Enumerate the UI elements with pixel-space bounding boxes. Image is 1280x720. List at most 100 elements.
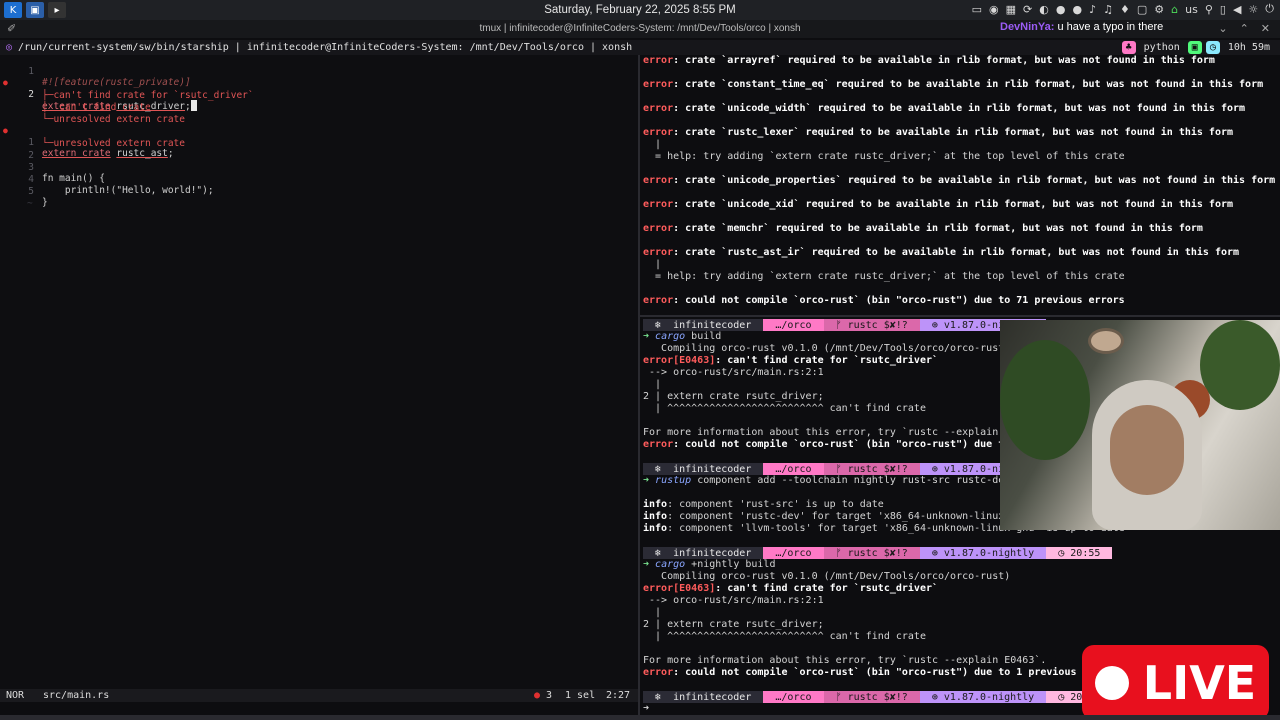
wifi-icon[interactable]: ⌂: [1171, 3, 1178, 16]
selection-count: 1 sel: [565, 690, 596, 701]
prompt-bar: ❄ infinitecoder …/orco ᚠ rustc $✘!? ⊕ v1…: [643, 319, 1047, 331]
editor-line: 5 }: [0, 175, 638, 208]
minimize-icon[interactable]: ⌄: [1218, 22, 1227, 35]
editor-line: ~: [0, 187, 638, 209]
bell-icon[interactable]: ♪: [1089, 3, 1096, 16]
bottom-border: [0, 715, 1280, 720]
editor-filename: src/main.rs: [43, 690, 110, 701]
code-editor[interactable]: 1 #![feature(rustc_private)] ● 2 extern …: [0, 55, 638, 689]
python-label: python: [1143, 42, 1180, 53]
terminal-line: = help: try adding `extern crate rustc_d…: [643, 271, 1125, 282]
usb-icon[interactable]: ⚲: [1205, 3, 1213, 16]
terminal-line: | ^^^^^^^^^^^^^^^^^^^^^^^^^^ can't find …: [643, 631, 926, 642]
terminal-line: Compiling orco-rust v0.1.0 (/mnt/Dev/Too…: [643, 571, 1011, 582]
terminal-line: = help: try adding `extern crate rustc_d…: [643, 151, 1125, 162]
microphone-icon[interactable]: ♦: [1120, 3, 1130, 16]
terminal-line: error: crate `constant_time_eq` required…: [643, 79, 1264, 90]
maximize-icon[interactable]: ⌃: [1240, 22, 1249, 35]
terminal-line: error[E0463]: can't find crate for `rsut…: [643, 583, 939, 594]
prompt-dir: …/orco: [763, 463, 824, 475]
editor-line: 1 #![feature(rustc_private)]: [0, 55, 638, 88]
prompt-dir: …/orco: [763, 691, 824, 703]
terminal-line: error: crate `rustc_ast_ir` required to …: [643, 247, 1240, 258]
terminal-line: 2 | extern crate rsutc_driver;: [643, 619, 824, 630]
terminal-line: error: could not compile `orco-rust` (bi…: [643, 295, 1125, 306]
diagnostic-line: └─unresolved extern crate: [0, 127, 638, 149]
terminal-line: error: crate `unicode_width` required to…: [643, 103, 1246, 114]
monitor-icon[interactable]: ▢: [1137, 3, 1147, 16]
prompt-version: ⊕ v1.87.0-nightly: [919, 547, 1047, 559]
terminal-line: | ^^^^^^^^^^^^^^^^^^^^^^^^^^ can't find …: [643, 403, 926, 414]
editor-line: 3 fn main() {: [0, 151, 638, 184]
volume-icon[interactable]: ♫: [1103, 3, 1113, 16]
plant-shape: [1200, 320, 1280, 410]
cursor-position: 2:27: [606, 690, 631, 701]
terminal-line: |: [643, 259, 662, 270]
terminal-line: --> orco-rust/src/main.rs:2:1: [643, 595, 824, 606]
face-shape: [1110, 405, 1184, 495]
brightness-icon[interactable]: ☼: [1248, 3, 1258, 16]
close-icon[interactable]: ✕: [1261, 22, 1270, 35]
terminal-line: |: [643, 139, 662, 150]
record-icon[interactable]: ●: [1056, 3, 1066, 16]
top-panel: K ▣ ▸ Saturday, February 22, 2025 8:55 P…: [0, 0, 1280, 20]
file-manager-icon[interactable]: ▣: [26, 2, 44, 18]
diagnostic-line: ├─can't find crate for `rsutc_driver`: [0, 79, 638, 101]
prompt-dot-icon: ◎: [6, 42, 19, 53]
terminal-icon[interactable]: ▸: [48, 2, 66, 18]
battery-icon[interactable]: ▯: [1220, 3, 1226, 16]
terminal-line: info: component 'rust-src' is up to date: [643, 499, 884, 510]
terminal-line: |: [643, 379, 662, 390]
prompt-user: ❄ infinitecoder: [643, 463, 764, 475]
prompt-bar: ❄ infinitecoder …/orco ᚠ rustc $✘!? ⊕ v1…: [643, 463, 1047, 475]
chat-message: DevNinYa: u have a typo in there: [997, 21, 1167, 33]
obs-icon[interactable]: ●: [1072, 3, 1082, 16]
prompt-user: ❄ infinitecoder: [643, 547, 764, 559]
vpn-icon[interactable]: ◐: [1039, 3, 1049, 16]
prompt-bar: ❄ infinitecoder …/orco ᚠ rustc $✘!? ⊕ v1…: [643, 547, 1113, 559]
chat-text: u have a typo in there: [1054, 21, 1164, 33]
terminal-command: ➜ cargo +nightly build: [643, 559, 776, 570]
sync-icon[interactable]: ⟳: [1023, 3, 1032, 16]
power-icon[interactable]: ⏻: [1265, 2, 1274, 16]
gamepad-icon[interactable]: ▦: [1006, 3, 1016, 16]
terminal-line: error: crate `memchr` required to be ava…: [643, 223, 1203, 234]
webcam-overlay: [1000, 320, 1280, 530]
terminal-line: --> orco-rust/src/main.rs:2:1: [643, 367, 824, 378]
terminal-pane-divider[interactable]: [640, 315, 1280, 317]
window-icon[interactable]: ▭: [972, 3, 982, 16]
prompt-user: ❄ infinitecoder: [643, 319, 764, 331]
terminal-line: For more information about this error, t…: [643, 427, 1047, 438]
live-badge: LIVE: [1082, 645, 1269, 720]
prompt-version: ⊕ v1.87.0-nightly: [919, 691, 1047, 703]
editor-line: 2: [0, 139, 638, 161]
settings-icon[interactable]: ⚙: [1154, 3, 1164, 16]
lamp-shape: [1088, 328, 1124, 354]
terminal-line: 2 | extern crate rsutc_driver;: [643, 391, 824, 402]
terminal-line: error: crate `unicode_properties` requir…: [643, 175, 1276, 186]
prompt-git: ᚠ rustc $✘!?: [823, 691, 920, 703]
python-icon: ♣: [1121, 41, 1136, 54]
kde-menu-icon[interactable]: K: [4, 2, 22, 18]
stream-icon[interactable]: ◉: [989, 3, 999, 16]
clock-icon: ◷: [1205, 41, 1220, 54]
live-label: LIVE: [1142, 655, 1257, 710]
terminal-line: error: crate `arrayref` required to be a…: [643, 55, 1215, 66]
terminal-line: error: crate `rustc_lexer` required to b…: [643, 127, 1234, 138]
speaker-icon[interactable]: ◀: [1233, 3, 1241, 16]
prompt-user: ❄ infinitecoder: [643, 691, 764, 703]
terminal-line: error: crate `unicode_xid` required to b…: [643, 199, 1234, 210]
chat-user: DevNinYa:: [1000, 21, 1055, 33]
session-duration: 10h 59m: [1227, 42, 1270, 53]
terminal-cursor-line[interactable]: ➜: [643, 703, 649, 714]
prompt-git: ᚠ rustc $✘!?: [823, 319, 920, 331]
live-dot-icon: [1094, 665, 1129, 700]
keyboard-layout[interactable]: us: [1185, 3, 1198, 16]
diagnostic-line: └─unresolved extern crate: [0, 103, 638, 125]
system-tray: ▭ ◉ ▦ ⟳ ◐ ● ● ♪ ♫ ♦ ▢ ⚙ ⌂ us ⚲ ▯ ◀ ☼ ⏻: [972, 2, 1274, 16]
terminal-line: error[E0463]: can't find crate for `rsut…: [643, 355, 939, 366]
diagnostic-line: │ can't find crate: [0, 91, 638, 113]
error-count-icon: ●: [534, 690, 547, 701]
editor-mode: NOR: [6, 690, 25, 701]
prompt-git: ᚠ rustc $✘!?: [823, 463, 920, 475]
